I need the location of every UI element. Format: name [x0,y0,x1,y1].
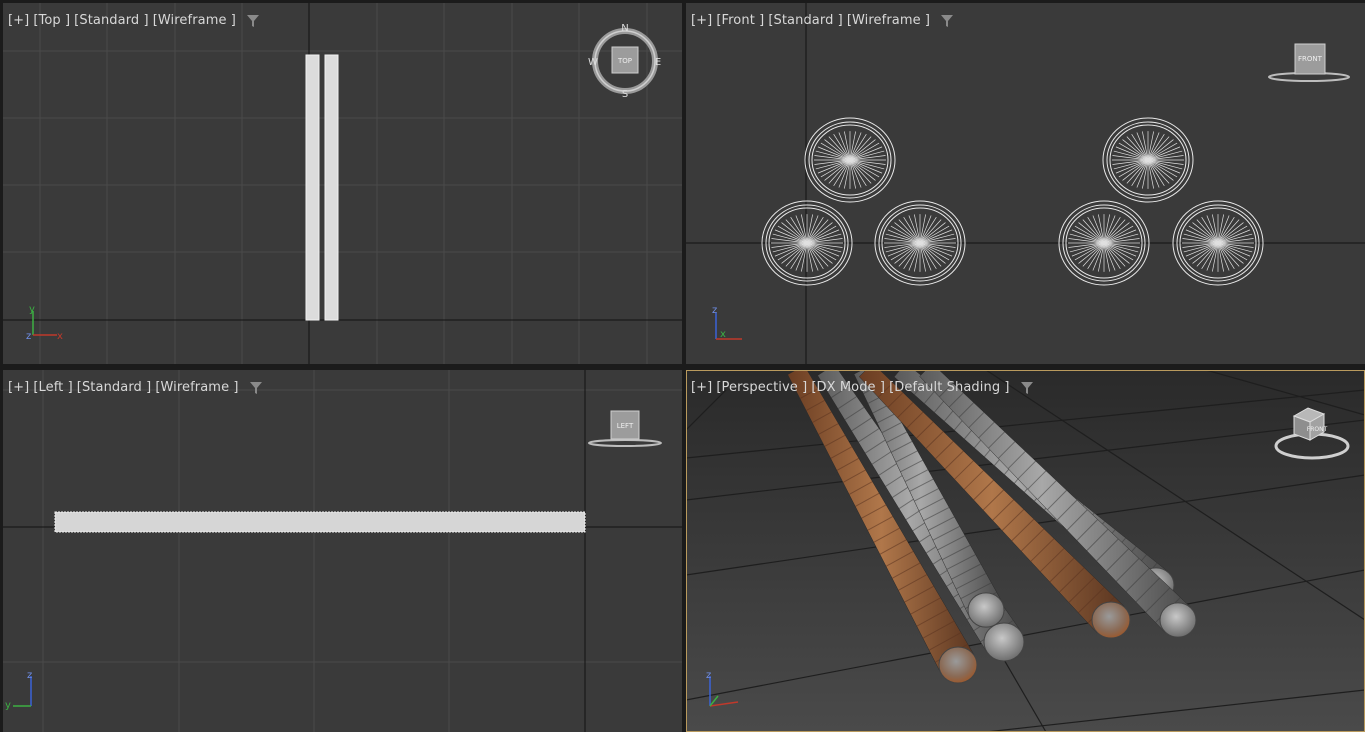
view-type-button[interactable]: [Left ] [33,380,72,395]
compass-s: S [622,89,628,100]
viewcube-front-label: FRONT [1298,55,1323,63]
axis-x-label: x [720,329,726,340]
perspective-shaded-scene [686,370,1365,732]
render-mode-button[interactable]: [Standard ] [768,13,843,28]
viewport-menu-button[interactable]: [+] [8,13,29,28]
filter-icon[interactable] [940,14,954,28]
filter-icon[interactable] [249,381,263,395]
axis-tripod-icon: z [706,670,739,707]
rebar-cross-section-wire [761,200,853,286]
view-type-button[interactable]: [Top ] [33,13,70,28]
axis-y-label: y [29,304,35,315]
viewport-menu-button[interactable]: [+] [691,13,712,28]
rebar-cross-section-wire [804,117,896,203]
viewcube-left[interactable]: LEFT [585,405,665,453]
viewport-perspective-label: [+] [Perspective ] [DX Mode ] [Default S… [691,380,1034,395]
filter-icon[interactable] [246,14,260,28]
render-mode-button[interactable]: [Standard ] [77,380,152,395]
axis-tripod-icon: z y [5,670,32,711]
viewcube-perspective[interactable]: FRONT [1270,400,1354,466]
rebar-cross-section-wire [1172,200,1264,286]
viewcube-left-label: LEFT [617,422,634,430]
top-wireframe-scene [3,3,682,364]
rebar-cross-section-wire [874,200,966,286]
rebar-cross-section-wire [1102,117,1194,203]
rebar-cross-section-wire [1058,200,1150,286]
view-type-button[interactable]: [Perspective ] [716,380,807,395]
render-mode-button[interactable]: [Standard ] [74,13,149,28]
viewport-top-label: [+] [Top ] [Standard ] [Wireframe ] [8,13,260,28]
shading-mode-button[interactable]: [Default Shading ] [889,380,1010,395]
viewport-top[interactable]: [+] [Top ] [Standard ] [Wireframe ] TOP … [3,3,682,364]
viewcube-top-label: TOP [617,57,632,65]
axis-tripod-icon: y z x [26,304,63,342]
axis-z-label: z [27,670,32,681]
viewport-perspective[interactable]: [+] [Perspective ] [DX Mode ] [Default S… [686,370,1365,732]
axis-y-label: y [5,700,11,711]
viewcube-compass[interactable]: TOP N S E W [585,21,665,101]
rebar-top-2 [324,54,339,321]
shading-mode-button[interactable]: [Wireframe ] [155,380,238,395]
axis-z-label: z [712,305,717,316]
rebar-side [54,511,586,533]
filter-icon[interactable] [1020,381,1034,395]
viewcube-front-label: FRONT [1307,426,1328,433]
axis-tripod-icon: z x [712,305,742,340]
viewport-menu-button[interactable]: [+] [691,380,712,395]
render-mode-button[interactable]: [DX Mode ] [811,380,885,395]
axis-z-label: z [706,670,711,681]
view-type-button[interactable]: [Front ] [716,13,764,28]
left-wireframe-scene [3,370,682,732]
viewport-left-label: [+] [Left ] [Standard ] [Wireframe ] [8,380,263,395]
shading-mode-button[interactable]: [Wireframe ] [153,13,236,28]
viewport-menu-button[interactable]: [+] [8,380,29,395]
rebar-top-1 [305,54,320,321]
viewport-front-label: [+] [Front ] [Standard ] [Wireframe ] [691,13,954,28]
viewcube-front[interactable]: FRONT [1264,38,1354,88]
axis-z-label: z [26,331,31,342]
axis-x-label: x [57,331,63,342]
shading-mode-button[interactable]: [Wireframe ] [847,13,930,28]
viewport-front[interactable]: [+] [Front ] [Standard ] [Wireframe ] FR… [686,3,1365,364]
compass-n: N [621,23,628,34]
compass-w: W [588,57,598,68]
compass-e: E [655,57,661,68]
viewport-left[interactable]: [+] [Left ] [Standard ] [Wireframe ] LEF… [3,370,682,732]
